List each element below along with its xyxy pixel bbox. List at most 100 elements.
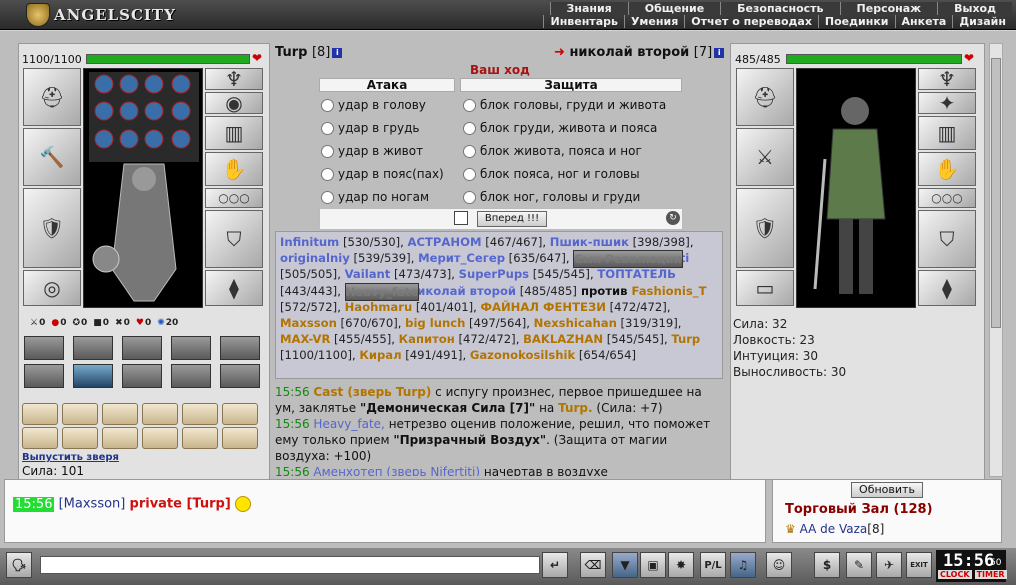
menu-fights[interactable]: Поединки <box>817 15 895 28</box>
skill-slot-8[interactable] <box>122 364 162 388</box>
scroll-slot-10[interactable] <box>142 427 178 449</box>
participant[interactable]: MAX-VR [455/455] <box>280 332 391 346</box>
pl-icon[interactable]: P/L <box>700 552 726 578</box>
scroll-slot-6[interactable] <box>222 403 258 425</box>
timer-label[interactable]: TIMER <box>974 570 1007 579</box>
rings-slot[interactable]: ○○○ <box>205 188 263 208</box>
release-pet-link[interactable]: Выпустить зверя <box>22 452 119 463</box>
participant-name[interactable]: Fashionis_T <box>631 284 706 298</box>
exit-icon[interactable]: EXIT <box>906 552 932 578</box>
block-1-option[interactable]: блок головы, груди и живота <box>463 98 666 112</box>
chat-input[interactable] <box>40 556 540 574</box>
participant[interactable]: Haohmaru [401/401] <box>345 300 474 314</box>
armor-slot[interactable]: 🛡 <box>23 188 81 268</box>
radio[interactable] <box>463 167 476 181</box>
attack-chest-option[interactable]: удар в грудь <box>321 121 419 135</box>
participant-name[interactable]: Maxsson <box>280 316 337 330</box>
scroll-slot-8[interactable] <box>62 427 98 449</box>
gloves-slot[interactable]: ✋ <box>918 152 976 186</box>
participant-name[interactable]: big lunch <box>405 316 465 330</box>
fight-icon[interactable]: ✸ <box>668 552 694 578</box>
participant-name[interactable]: Капитон <box>399 332 455 346</box>
weapon-slot[interactable]: 🔨 <box>23 128 81 186</box>
bracers-slot[interactable]: ▥ <box>205 116 263 150</box>
rings-slot[interactable]: ○○○ <box>918 188 976 208</box>
refresh-button[interactable]: Обновить <box>851 482 923 498</box>
forward-button[interactable]: Вперед !!! <box>477 211 547 227</box>
participant-name[interactable]: николай второй <box>409 284 516 298</box>
auto-checkbox[interactable] <box>454 211 468 225</box>
scroll-slot-5[interactable] <box>182 403 218 425</box>
participant-name[interactable]: Пшик-пшик <box>550 235 629 249</box>
main-scrollbar[interactable] <box>989 43 1003 477</box>
participant[interactable]: Мерит_Сегер [635/647] <box>418 251 566 265</box>
participant-name[interactable]: originalniy <box>280 251 350 265</box>
menu-skills[interactable]: Умения <box>623 15 684 28</box>
participant[interactable]: Пшик-пшик [398/398] <box>550 235 690 249</box>
money-icon[interactable]: $ <box>814 552 840 578</box>
skill-slot-4[interactable] <box>171 336 211 360</box>
participant-name[interactable]: Сын Революции <box>573 250 683 269</box>
smiley-button-icon[interactable]: ☺ <box>766 552 792 578</box>
menu-inventory[interactable]: Инвентарь <box>543 15 623 28</box>
participant[interactable]: BAKLAZHAN [545/545] <box>523 332 664 346</box>
boots-slot[interactable]: ⧫ <box>918 270 976 306</box>
scroll-slot-9[interactable] <box>102 427 138 449</box>
gloves-slot[interactable]: ✋ <box>205 152 263 186</box>
attack-legs-option[interactable]: удар по ногам <box>321 190 429 204</box>
menu-design[interactable]: Дизайн <box>952 15 1012 28</box>
participant-name[interactable]: SuperPups <box>459 267 529 281</box>
skill-slot-3[interactable] <box>122 336 162 360</box>
scroll-slot-3[interactable] <box>102 403 138 425</box>
participant[interactable]: Сын Революции [294/294] <box>573 250 683 269</box>
scroll-slot-7[interactable] <box>22 427 58 449</box>
bracers-slot[interactable]: ▥ <box>918 116 976 150</box>
eraser-icon[interactable]: ⌫ <box>580 552 606 578</box>
radio[interactable] <box>463 98 476 112</box>
necklace-slot[interactable]: ✦ <box>918 91 976 115</box>
scroll-thumb[interactable] <box>991 58 1001 328</box>
participant-name[interactable]: Мерит_Сегер <box>418 251 505 265</box>
block-2-option[interactable]: блок груди, живота и пояса <box>463 121 657 135</box>
menu-social[interactable]: Общение <box>627 2 721 15</box>
menu-transfers[interactable]: Отчет о переводах <box>684 15 818 28</box>
room-user[interactable]: ♛ AA de Vaza[8] <box>785 522 884 536</box>
radio[interactable] <box>463 144 476 158</box>
attack-stomach-option[interactable]: удар в живот <box>321 144 423 158</box>
amulet-slot[interactable]: ♆ <box>918 67 976 91</box>
belt-slot[interactable]: ▭ <box>736 270 794 306</box>
participant-name[interactable]: Heavy_fate <box>344 282 420 301</box>
participant-name[interactable]: Vailant <box>345 267 391 281</box>
attack-belt-option[interactable]: удар в пояс(пах) <box>321 167 444 181</box>
weapon-slot[interactable]: ⚔ <box>736 128 794 186</box>
skill-slot-5[interactable] <box>220 336 260 360</box>
radio[interactable] <box>321 121 334 135</box>
save-icon[interactable]: ▣ <box>640 552 666 578</box>
participant-name[interactable]: Turp <box>671 332 700 346</box>
radio[interactable] <box>321 190 334 204</box>
radio[interactable] <box>321 167 334 181</box>
radio[interactable] <box>321 144 334 158</box>
participant[interactable]: Кирал [491/491] <box>359 348 462 362</box>
participant-name[interactable]: Infinitum <box>280 235 339 249</box>
participant[interactable]: originalniy [539/539] <box>280 251 411 265</box>
amulet-slot[interactable]: ♆ <box>205 67 263 91</box>
menu-knowledge[interactable]: Знания <box>549 2 628 15</box>
menu-character[interactable]: Персонаж <box>839 2 938 15</box>
participant-name[interactable]: ФАЙНАЛ ФЕНТЕЗИ <box>481 300 606 314</box>
map-icon[interactable]: ✈ <box>876 552 902 578</box>
participant-name[interactable]: ТОПТАТЕЛЬ <box>597 267 676 281</box>
armor-slot[interactable]: 🛡 <box>736 188 794 268</box>
participant-name[interactable]: Кирал <box>359 348 401 362</box>
clock-label[interactable]: CLOCK <box>938 570 972 579</box>
speaker-icon[interactable]: 🗣 <box>6 552 32 578</box>
necklace-slot[interactable]: ◉ <box>205 91 263 115</box>
boots-slot[interactable]: ⧫ <box>205 270 263 306</box>
skill-slot-1[interactable] <box>24 336 64 360</box>
participant[interactable]: АСТРАНОМ [467/467] <box>408 235 543 249</box>
refresh-battle-icon[interactable]: ↻ <box>666 211 680 225</box>
participant[interactable]: Vailant [473/473] <box>345 267 452 281</box>
participant[interactable]: Maxsson [670/670] <box>280 316 398 330</box>
participant[interactable]: Nexshicahan [319/319] <box>534 316 678 330</box>
info-icon[interactable]: i <box>332 47 343 58</box>
